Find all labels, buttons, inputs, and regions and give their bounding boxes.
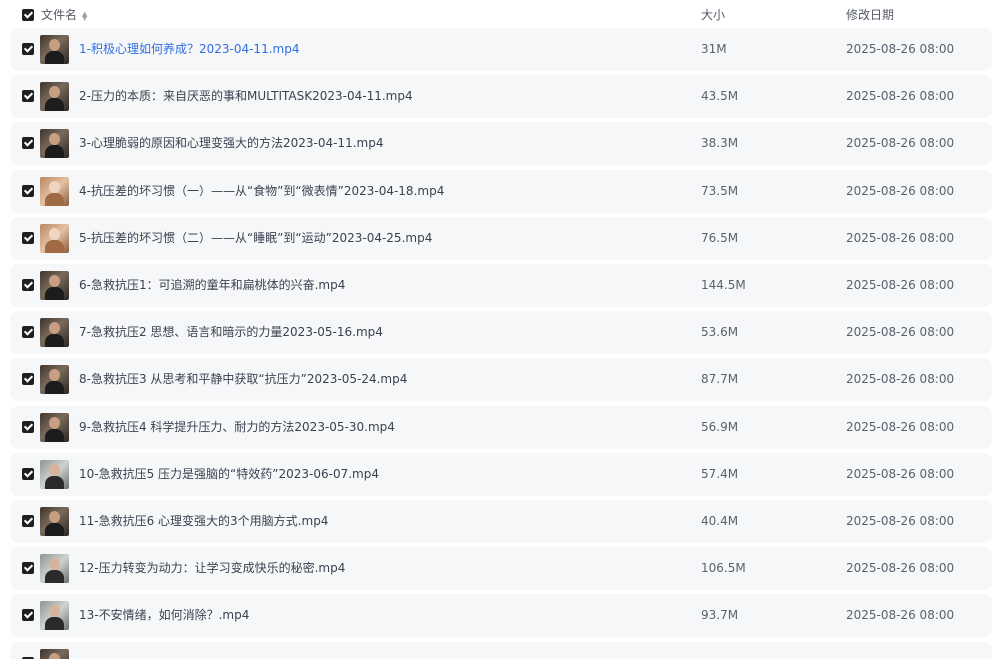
file-size: 56.9M [701, 420, 739, 434]
file-modified-date: 2025-08-26 08:00 [846, 42, 955, 56]
select-all-checkbox[interactable] [22, 9, 34, 21]
file-name[interactable]: 4-抗压差的坏习惯（一）——从“食物”到“微表情”2023-04-18.mp4 [79, 183, 444, 199]
file-modified-date: 2025-08-26 08:00 [846, 325, 955, 339]
file-row[interactable]: 5-抗压差的坏习惯（二）——从“睡眠”到“运动”2023-04-25.mp4 76… [10, 217, 992, 260]
file-name[interactable]: 6-急救抗压1：可追溯的童年和扁桃体的兴奋.mp4 [79, 277, 345, 293]
file-row[interactable]: 11-急救抗压6 心理变强大的3个用脑方式.mp4 40.4M 2025-08-26… [10, 500, 992, 543]
file-row-checkbox[interactable] [22, 562, 34, 574]
file-row-checkbox[interactable] [22, 185, 34, 197]
file-size: 76.5M [701, 231, 739, 245]
file-size: 144.5M [701, 278, 746, 292]
file-size: 93.7M [701, 608, 739, 622]
file-size: 87.7M [701, 372, 739, 386]
file-size: 40.4M [701, 514, 739, 528]
file-name[interactable]: 13-不安情绪，如何消除？.mp4 [79, 607, 249, 623]
file-name[interactable]: 2-压力的本质：来自厌恶的事和MULTITASK2023-04-11.mp4 [79, 88, 413, 104]
file-name[interactable]: 10-急救抗压5 压力是强脑的“特效药”2023-06-07.mp4 [79, 466, 379, 482]
video-thumbnail[interactable] [40, 318, 69, 347]
file-row[interactable]: 10-急救抗压5 压力是强脑的“特效药”2023-06-07.mp4 57.4M 2… [10, 453, 992, 496]
file-modified-date: 2025-08-26 08:00 [846, 561, 955, 575]
video-thumbnail[interactable] [40, 507, 69, 536]
file-list-header: 文件名 ▲ ▼ 大小 修改日期 [0, 0, 1000, 28]
file-size: 53.6M [701, 325, 739, 339]
file-row-checkbox[interactable] [22, 468, 34, 480]
video-thumbnail[interactable] [40, 649, 69, 659]
video-thumbnail[interactable] [40, 554, 69, 583]
file-row-checkbox[interactable] [22, 515, 34, 527]
file-row[interactable] [10, 642, 992, 659]
video-thumbnail[interactable] [40, 177, 69, 206]
file-modified-date: 2025-08-26 08:00 [846, 278, 955, 292]
file-name[interactable]: 11-急救抗压6 心理变强大的3个用脑方式.mp4 [79, 513, 328, 529]
file-modified-date: 2025-08-26 08:00 [846, 89, 955, 103]
file-modified-date: 2025-08-26 08:00 [846, 514, 955, 528]
column-header-name-label: 文件名 [41, 8, 78, 22]
video-thumbnail[interactable] [40, 413, 69, 442]
file-row[interactable]: 3-心理脆弱的原因和心理变强大的方法2023-04-11.mp4 38.3M 202… [10, 122, 992, 165]
file-row[interactable]: 9-急救抗压4 科学提升压力、耐力的方法2023-05-30.mp4 56.9M 2… [10, 406, 992, 449]
video-thumbnail[interactable] [40, 35, 69, 64]
file-modified-date: 2025-08-26 08:00 [846, 420, 955, 434]
video-thumbnail[interactable] [40, 129, 69, 158]
file-modified-date: 2025-08-26 08:00 [846, 372, 955, 386]
file-name[interactable]: 5-抗压差的坏习惯（二）——从“睡眠”到“运动”2023-04-25.mp4 [79, 230, 432, 246]
file-row[interactable]: 4-抗压差的坏习惯（一）——从“食物”到“微表情”2023-04-18.mp4 7… [10, 170, 992, 213]
file-row-checkbox[interactable] [22, 609, 34, 621]
column-header-size[interactable]: 大小 [701, 7, 725, 23]
file-row-checkbox[interactable] [22, 232, 34, 244]
file-modified-date: 2025-08-26 08:00 [846, 184, 955, 198]
file-size: 57.4M [701, 467, 739, 481]
file-size: 43.5M [701, 89, 739, 103]
file-name[interactable]: 8-急救抗压3 从思考和平静中获取“抗压力”2023-05-24.mp4 [79, 371, 407, 387]
file-row-checkbox[interactable] [22, 421, 34, 433]
file-row-checkbox[interactable] [22, 137, 34, 149]
file-row[interactable]: 1-积极心理如何养成？2023-04-11.mp4 31M 2025-08-26 0… [10, 28, 992, 71]
file-modified-date: 2025-08-26 08:00 [846, 231, 955, 245]
video-thumbnail[interactable] [40, 460, 69, 489]
video-thumbnail[interactable] [40, 82, 69, 111]
sort-updown-icon[interactable]: ▲ ▼ [82, 10, 87, 21]
file-modified-date: 2025-08-26 08:00 [846, 608, 955, 622]
file-name[interactable]: 1-积极心理如何养成？2023-04-11.mp4 [79, 41, 299, 57]
file-row[interactable]: 2-压力的本质：来自厌恶的事和MULTITASK2023-04-11.mp4 43… [10, 75, 992, 118]
file-modified-date: 2025-08-26 08:00 [846, 136, 955, 150]
file-modified-date: 2025-08-26 08:00 [846, 467, 955, 481]
file-row[interactable]: 12-压力转变为动力：让学习变成快乐的秘密.mp4 106.5M 2025-08-2… [10, 547, 992, 590]
file-row-checkbox[interactable] [22, 326, 34, 338]
file-row-checkbox[interactable] [22, 90, 34, 102]
file-row[interactable]: 8-急救抗压3 从思考和平静中获取“抗压力”2023-05-24.mp4 87.7… [10, 358, 992, 401]
file-row-checkbox[interactable] [22, 279, 34, 291]
video-thumbnail[interactable] [40, 601, 69, 630]
file-name[interactable]: 7-急救抗压2 思想、语言和暗示的力量2023-05-16.mp4 [79, 324, 383, 340]
file-size: 38.3M [701, 136, 739, 150]
file-size: 73.5M [701, 184, 739, 198]
file-name[interactable]: 3-心理脆弱的原因和心理变强大的方法2023-04-11.mp4 [79, 135, 383, 151]
file-name[interactable]: 9-急救抗压4 科学提升压力、耐力的方法2023-05-30.mp4 [79, 419, 395, 435]
video-thumbnail[interactable] [40, 224, 69, 253]
column-header-name[interactable]: 文件名 ▲ ▼ [41, 7, 87, 23]
file-row[interactable]: 13-不安情绪，如何消除？.mp4 93.7M 2025-08-26 08:00 [10, 594, 992, 637]
file-size: 106.5M [701, 561, 746, 575]
file-row-checkbox[interactable] [22, 43, 34, 55]
video-thumbnail[interactable] [40, 365, 69, 394]
file-name[interactable]: 12-压力转变为动力：让学习变成快乐的秘密.mp4 [79, 560, 345, 576]
file-row[interactable]: 6-急救抗压1：可追溯的童年和扁桃体的兴奋.mp4 144.5M 2025-08-2… [10, 264, 992, 307]
file-row[interactable]: 7-急救抗压2 思想、语言和暗示的力量2023-05-16.mp4 53.6M 20… [10, 311, 992, 354]
file-size: 31M [701, 42, 727, 56]
column-header-date[interactable]: 修改日期 [846, 7, 894, 23]
file-row-checkbox[interactable] [22, 373, 34, 385]
video-thumbnail[interactable] [40, 271, 69, 300]
file-list: 文件名 ▲ ▼ 大小 修改日期 1-积极心理如何养成？2023-04-11.mp4 3… [0, 0, 1000, 659]
